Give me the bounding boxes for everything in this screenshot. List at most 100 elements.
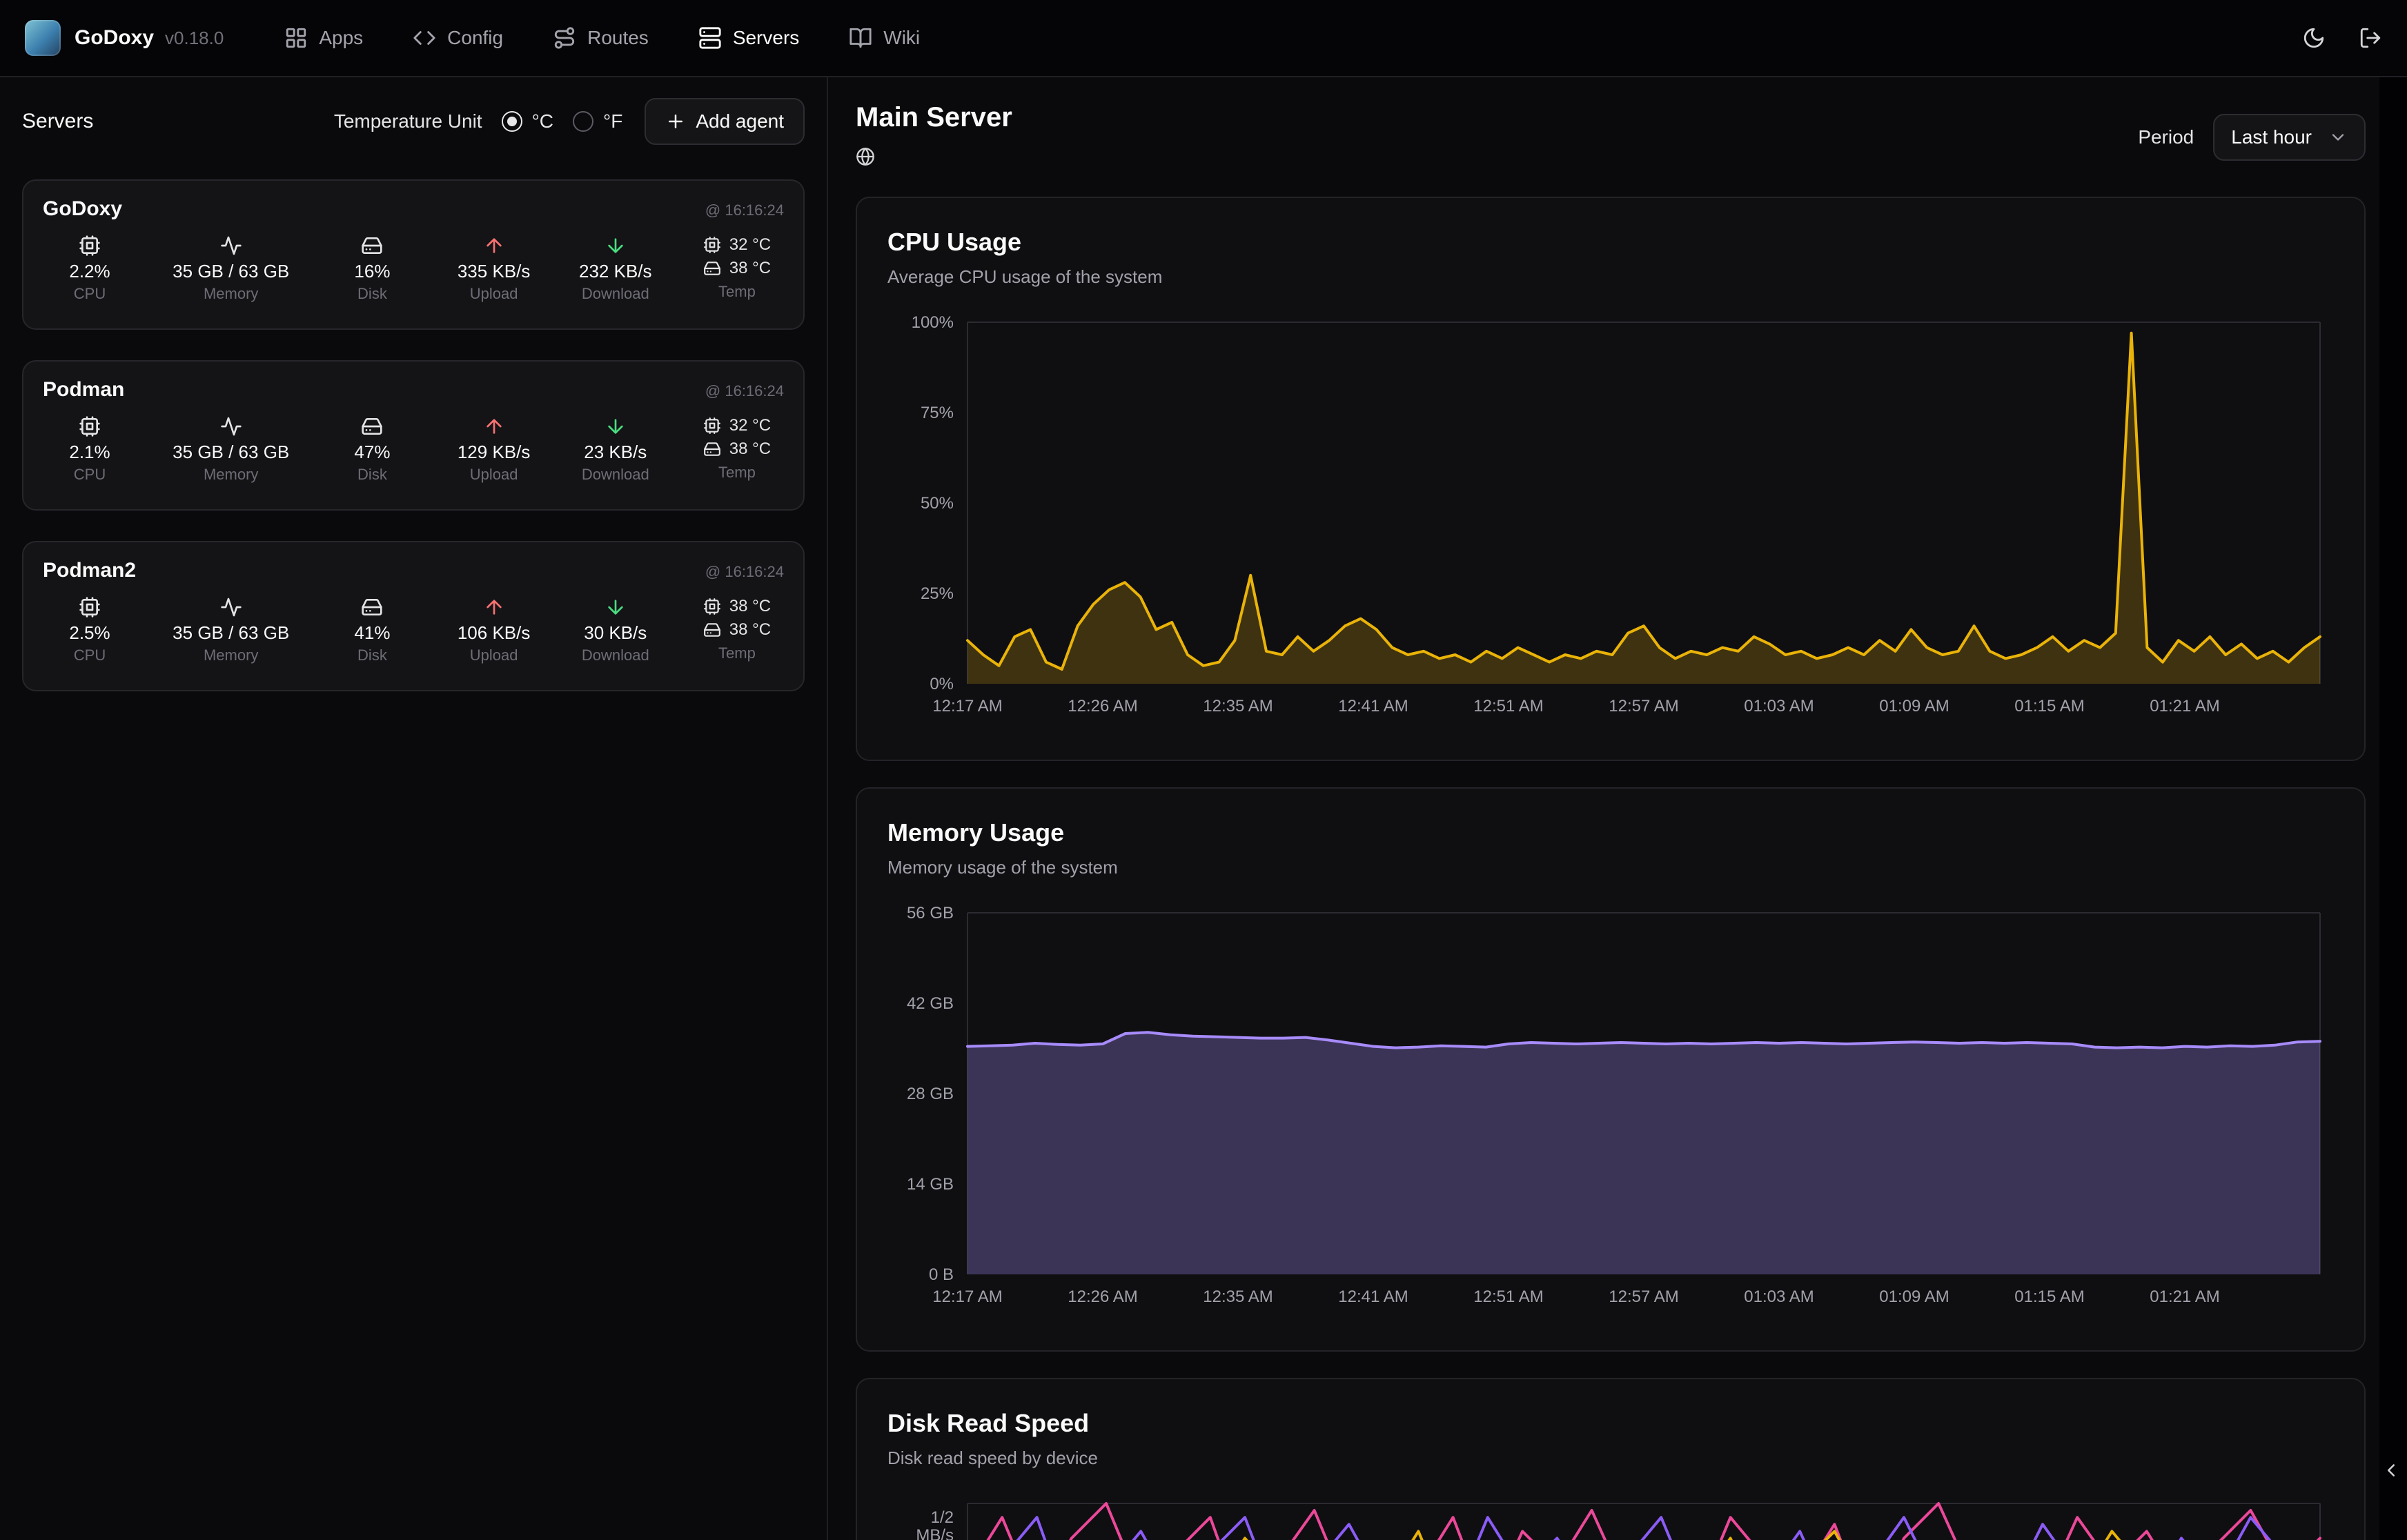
metric-value: 41% [354,622,390,644]
metric-cpu: 2.1% CPU [51,414,128,484]
server-card-godoxy[interactable]: GoDoxy @ 16:16:24 2.2% CPU 35 GB / 63 GB… [22,179,805,330]
metric-label: CPU [74,466,106,484]
hard-drive-icon [361,414,383,439]
metric-label: Disk [357,285,387,303]
cpu-icon [703,598,721,615]
server-card-podman[interactable]: Podman @ 16:16:24 2.1% CPU 35 GB / 63 GB… [22,360,805,511]
page-body: Servers Temperature Unit °C °F Add agent [0,77,2407,1540]
logout-icon [2359,26,2382,50]
hard-drive-icon [361,595,383,620]
book-icon [849,26,872,50]
metric-upload: 129 KB/s Upload [455,414,533,484]
metric-label: Memory [204,466,258,484]
metric-download: 232 KB/s Download [577,233,654,303]
logout-button[interactable] [2359,26,2382,50]
svg-text:12:41 AM: 12:41 AM [1338,697,1408,715]
plus-icon [665,111,686,132]
server-metrics-row: 2.5% CPU 35 GB / 63 GB Memory 41% Disk [43,595,784,664]
metric-memory: 35 GB / 63 GB Memory [173,595,289,664]
svg-text:01:15 AM: 01:15 AM [2014,1287,2084,1306]
nav-item-servers[interactable]: Servers [690,25,807,51]
metric-value: 30 KB/s [584,622,647,644]
navbar-actions [2302,26,2382,50]
radio-label-celsius: °C [532,110,553,132]
metric-value: 2.2% [69,261,110,282]
metric-download: 23 KB/s Download [577,414,654,484]
disk-temp-row: 38 °C [703,257,771,280]
period-value: Last hour [2231,126,2312,148]
svg-text:12:26 AM: 12:26 AM [1068,1287,1137,1306]
chevron-down-icon [2328,128,2348,147]
cpu-icon [79,414,101,439]
metric-value: 129 KB/s [458,442,531,463]
server-metrics-row: 2.1% CPU 35 GB / 63 GB Memory 47% Disk [43,414,784,484]
radio-fahrenheit[interactable]: °F [573,110,622,132]
memory-usage-chart: 0 B14 GB28 GB42 GB56 GB12:17 AM12:26 AM1… [887,902,2334,1310]
radio-dot-fahrenheit [573,111,593,132]
cpu-icon [79,595,101,620]
radio-celsius[interactable]: °C [502,110,553,132]
nav-item-label: Routes [587,27,649,49]
metric-value: 335 KB/s [458,261,531,282]
metric-temperature: 32 °C 38 °C Temp [698,233,776,303]
disk-temp-row: 38 °C [703,437,771,461]
nav-item-routes[interactable]: Routes [544,25,657,51]
chart-subtitle: Memory usage of the system [887,855,2334,880]
servers-icon [698,26,722,50]
metric-label: Temp [718,644,756,662]
server-name: Podman [43,378,124,402]
page-title: Main Server [856,99,1012,135]
add-agent-label: Add agent [696,110,784,132]
metric-temperature: 38 °C 38 °C Temp [698,595,776,664]
svg-text:100%: 100% [912,313,954,332]
svg-text:42 GB: 42 GB [907,994,954,1013]
disk-read-speed-chart: 1/2MB/s [887,1492,2334,1540]
download-arrow-icon [605,595,627,620]
cpu-icon [703,236,721,254]
svg-text:28 GB: 28 GB [907,1085,954,1103]
metric-value: 16% [354,261,390,282]
metric-disk: 41% Disk [333,595,411,664]
metric-value: 35 GB / 63 GB [173,261,289,282]
download-arrow-icon [605,414,627,439]
servers-sidebar: Servers Temperature Unit °C °F Add agent [0,77,828,1540]
memory-usage-card: Memory Usage Memory usage of the system … [856,787,2366,1352]
metric-label: CPU [74,285,106,303]
add-agent-button[interactable]: Add agent [645,98,805,145]
server-card-header: Podman @ 16:16:24 [43,378,784,402]
nav-item-wiki[interactable]: Wiki [841,25,928,51]
svg-text:01:09 AM: 01:09 AM [1879,1287,1949,1306]
svg-text:01:09 AM: 01:09 AM [1879,697,1949,715]
metric-download: 30 KB/s Download [577,595,654,664]
svg-text:1/2MB/s: 1/2MB/s [916,1508,954,1540]
svg-text:56 GB: 56 GB [907,904,954,922]
svg-text:0 B: 0 B [929,1265,954,1284]
cpu-icon [79,233,101,258]
svg-text:12:57 AM: 12:57 AM [1609,697,1678,715]
app-version: v0.18.0 [165,28,224,49]
cpu-usage-chart: 0%25%50%75%100%12:17 AM12:26 AM12:35 AM1… [887,311,2334,720]
top-navbar: GoDoxy v0.18.0 Apps Config Routes Server… [0,0,2407,77]
svg-text:12:17 AM: 12:17 AM [932,697,1002,715]
server-card-header: Podman2 @ 16:16:24 [43,559,784,582]
metric-temperature: 32 °C 38 °C Temp [698,414,776,484]
godoxy-logo [25,20,61,56]
nav-item-config[interactable]: Config [404,25,511,51]
nav-item-apps[interactable]: Apps [276,25,371,51]
radio-dot-celsius [502,111,522,132]
cpu-icon [703,417,721,435]
apps-grid-icon [284,26,308,50]
disk-read-speed-card: Disk Read Speed Disk read speed by devic… [856,1378,2366,1540]
cpu-temp-row: 32 °C [703,233,771,257]
metric-label: Temp [718,464,756,482]
period-select[interactable]: Last hour [2213,114,2366,161]
server-card-podman2[interactable]: Podman2 @ 16:16:24 2.5% CPU 35 GB / 63 G… [22,541,805,691]
main-content: Main Server Period Last hour CPU Usage A… [828,77,2379,1540]
cpu-temp-value: 32 °C [729,416,771,435]
collapse-panel-button[interactable] [2381,1460,2401,1481]
metric-label: Disk [357,646,387,664]
radio-label-fahrenheit: °F [603,110,622,132]
chart-title: Disk Read Speed [887,1407,2334,1440]
theme-toggle-button[interactable] [2302,26,2326,50]
metric-memory: 35 GB / 63 GB Memory [173,233,289,303]
